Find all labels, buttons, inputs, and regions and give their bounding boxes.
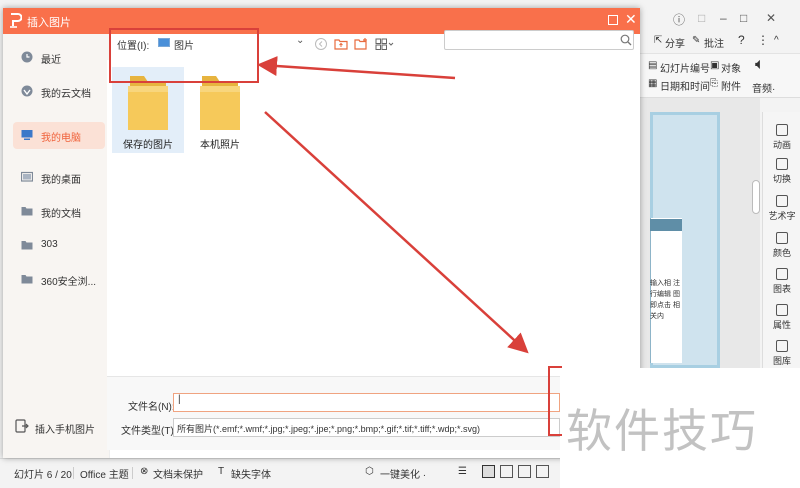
watermark-text: 软件技巧: [566, 404, 758, 458]
arrow-to-location: [257, 56, 456, 80]
arrow-to-open-button: [264, 111, 529, 354]
